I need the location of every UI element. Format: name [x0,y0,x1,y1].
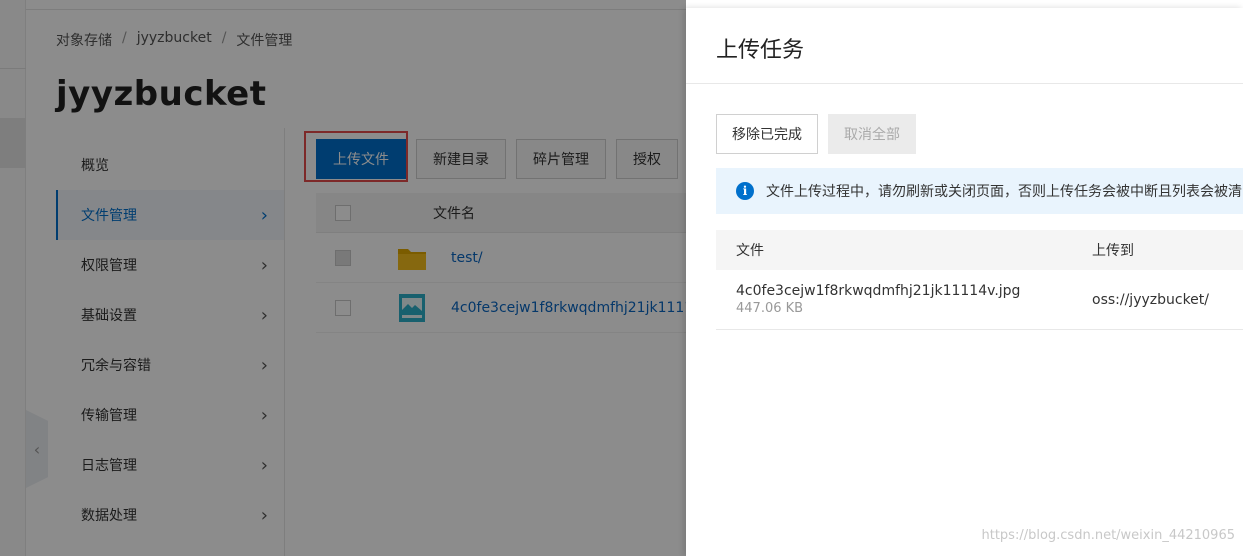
upload-tasks-drawer: 上传任务 移除已完成 取消全部 i 文件上传过程中，请勿刷新或关闭页面，否则上传… [686,8,1243,556]
notice-text: 文件上传过程中，请勿刷新或关闭页面，否则上传任务会被中断且列表会被清空 [766,184,1243,200]
task-file-cell: 4c0fe3cejw1f8rkwqdmfhj21jk11114v.jpg 447… [716,283,1092,316]
task-file-size: 447.06 KB [736,301,804,316]
upload-notice: i 文件上传过程中，请勿刷新或关闭页面，否则上传任务会被中断且列表会被清空 [716,168,1243,214]
column-header-destination: 上传到 [1092,243,1134,259]
remove-completed-button[interactable]: 移除已完成 [716,114,818,154]
modal-overlay[interactable] [0,0,686,556]
drawer-title: 上传任务 [716,38,805,63]
drawer-divider [686,83,1243,84]
upload-task-table: 文件 上传到 4c0fe3cejw1f8rkwqdmfhj21jk11114v.… [716,230,1243,330]
watermark: https://blog.csdn.net/weixin_44210965 [981,528,1235,543]
table-row: 4c0fe3cejw1f8rkwqdmfhj21jk11114v.jpg 447… [716,270,1243,330]
info-icon: i [736,182,754,200]
task-destination: oss://jyyzbucket/ [1092,291,1209,308]
task-table-header: 文件 上传到 [716,230,1243,270]
task-file-name: 4c0fe3cejw1f8rkwqdmfhj21jk11114v.jpg [736,283,1021,299]
drawer-actions: 移除已完成 取消全部 [716,114,916,154]
cancel-all-button[interactable]: 取消全部 [828,114,916,154]
column-header-file: 文件 [736,243,764,259]
